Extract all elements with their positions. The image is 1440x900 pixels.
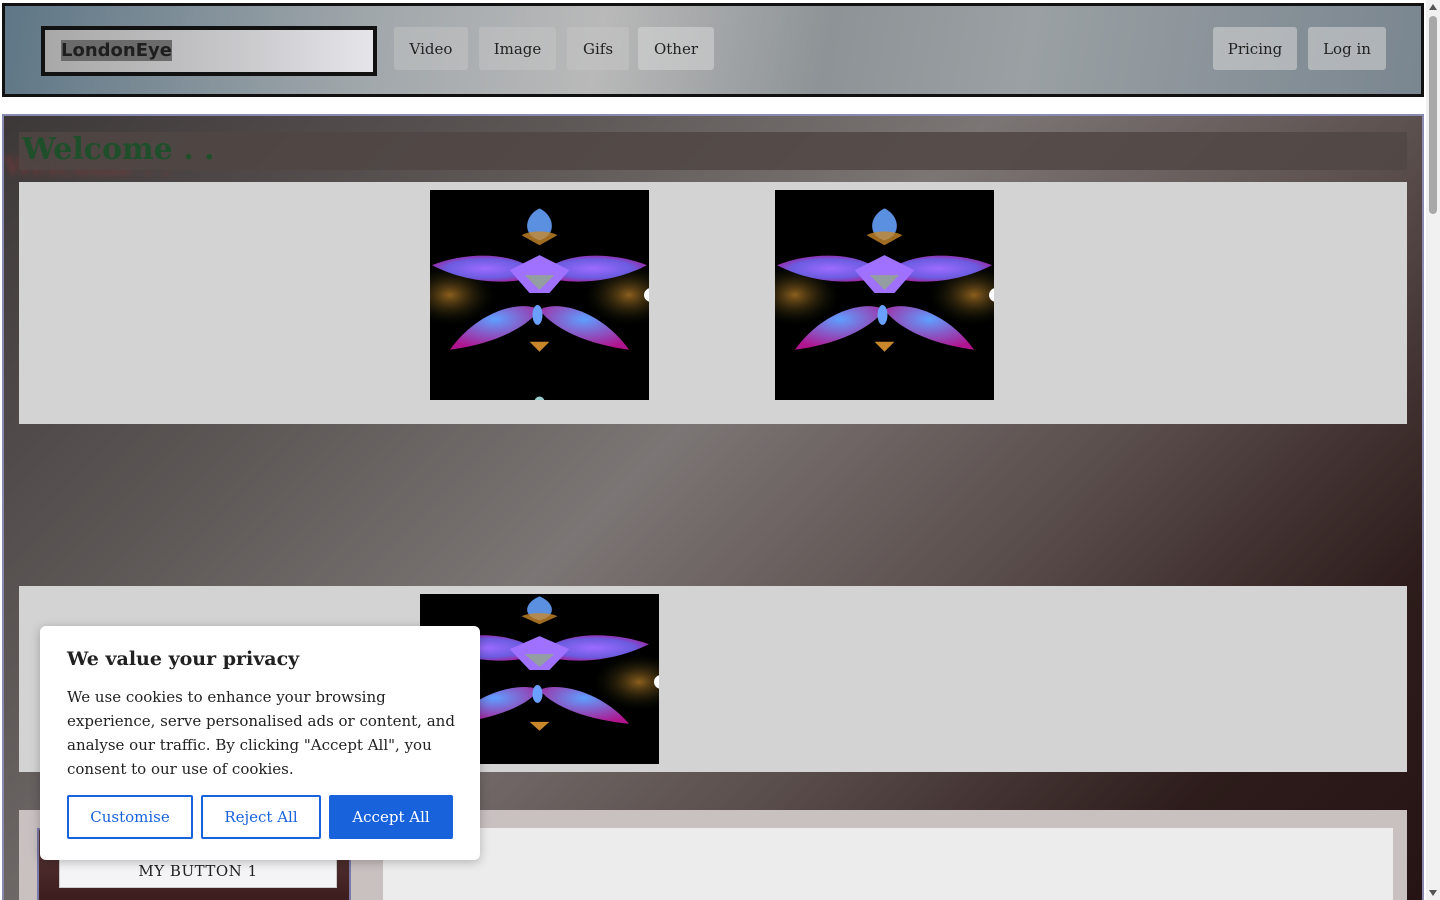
login-button[interactable]: Log in bbox=[1308, 27, 1386, 70]
scroll-up-arrow-icon[interactable] bbox=[1429, 4, 1437, 10]
search-input-value: LondonEye bbox=[61, 40, 172, 61]
vertical-scrollbar[interactable] bbox=[1426, 0, 1440, 900]
gallery-image[interactable] bbox=[775, 190, 994, 400]
pricing-button[interactable]: Pricing bbox=[1213, 27, 1297, 70]
cookie-title: We value your privacy bbox=[67, 648, 300, 670]
cookie-customise-button[interactable]: Customise bbox=[67, 795, 193, 839]
bottom-right-panel bbox=[383, 828, 1393, 900]
image-gallery-row-1 bbox=[19, 182, 1407, 424]
cookie-reject-all-button[interactable]: Reject All bbox=[201, 795, 321, 839]
cookie-description: We use cookies to enhance your browsing … bbox=[67, 688, 455, 778]
top-navigation-bar: LondonEye Video Image Gifs Other Pricing… bbox=[2, 3, 1424, 97]
cookie-accept-all-button[interactable]: Accept All bbox=[329, 795, 453, 839]
nav-other-button[interactable]: Other bbox=[638, 27, 714, 70]
nav-image-button[interactable]: Image bbox=[479, 27, 556, 70]
welcome-bar bbox=[19, 132, 1407, 170]
cookie-button-group: Customise Reject All Accept All bbox=[67, 795, 453, 839]
scroll-down-arrow-icon[interactable] bbox=[1429, 890, 1437, 896]
abstract-flower-image bbox=[775, 190, 994, 400]
search-input[interactable]: LondonEye bbox=[41, 26, 377, 76]
nav-video-button[interactable]: Video bbox=[394, 27, 468, 70]
nav-gifs-button[interactable]: Gifs bbox=[567, 27, 629, 70]
scrollbar-thumb[interactable] bbox=[1429, 16, 1437, 214]
gallery-image[interactable] bbox=[430, 190, 649, 400]
abstract-flower-image bbox=[430, 190, 649, 400]
welcome-heading: Welcome . . bbox=[22, 132, 215, 167]
cookie-consent-dialog: We value your privacy We use cookies to … bbox=[40, 626, 480, 860]
